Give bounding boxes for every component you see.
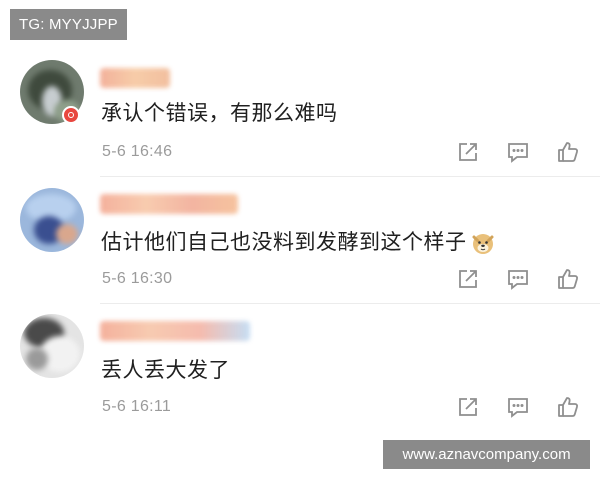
comment-time: 5-6 16:46 [102, 143, 173, 160]
like-icon[interactable] [555, 139, 581, 165]
doge-emoji [472, 234, 493, 254]
share-icon[interactable] [455, 394, 481, 420]
comment-actions [455, 139, 580, 165]
share-icon[interactable] [455, 266, 481, 292]
username-blurred[interactable] [100, 68, 170, 88]
watermark-top: TG: MYYJJPP [10, 9, 127, 40]
like-icon[interactable] [555, 266, 581, 292]
username-blurred[interactable] [100, 194, 238, 214]
share-icon[interactable] [455, 139, 481, 165]
comment-time: 5-6 16:30 [102, 270, 173, 287]
like-icon[interactable] [555, 394, 581, 420]
comment-text-content: 估计他们自己也没料到发酵到这个样子 [101, 230, 467, 254]
comment-text: 估计他们自己也没料到发酵到这个样子 [101, 226, 495, 256]
comment-time: 5-6 16:11 [102, 398, 172, 415]
avatar[interactable] [20, 314, 84, 378]
avatar[interactable] [20, 188, 84, 252]
comment-icon[interactable] [505, 394, 531, 420]
comment-icon[interactable] [505, 266, 531, 292]
divider [100, 176, 600, 177]
verified-badge-icon [62, 106, 80, 124]
comment-icon[interactable] [505, 139, 531, 165]
watermark-bottom: www.aznavcompany.com [383, 440, 590, 469]
comment-actions [455, 394, 580, 420]
comment-actions [455, 266, 580, 292]
username-blurred[interactable] [100, 321, 250, 341]
comment-text: 丢人丢大发了 [101, 358, 230, 382]
comment-text: 承认个错误，有那么难吗 [101, 101, 338, 125]
divider [100, 303, 600, 304]
